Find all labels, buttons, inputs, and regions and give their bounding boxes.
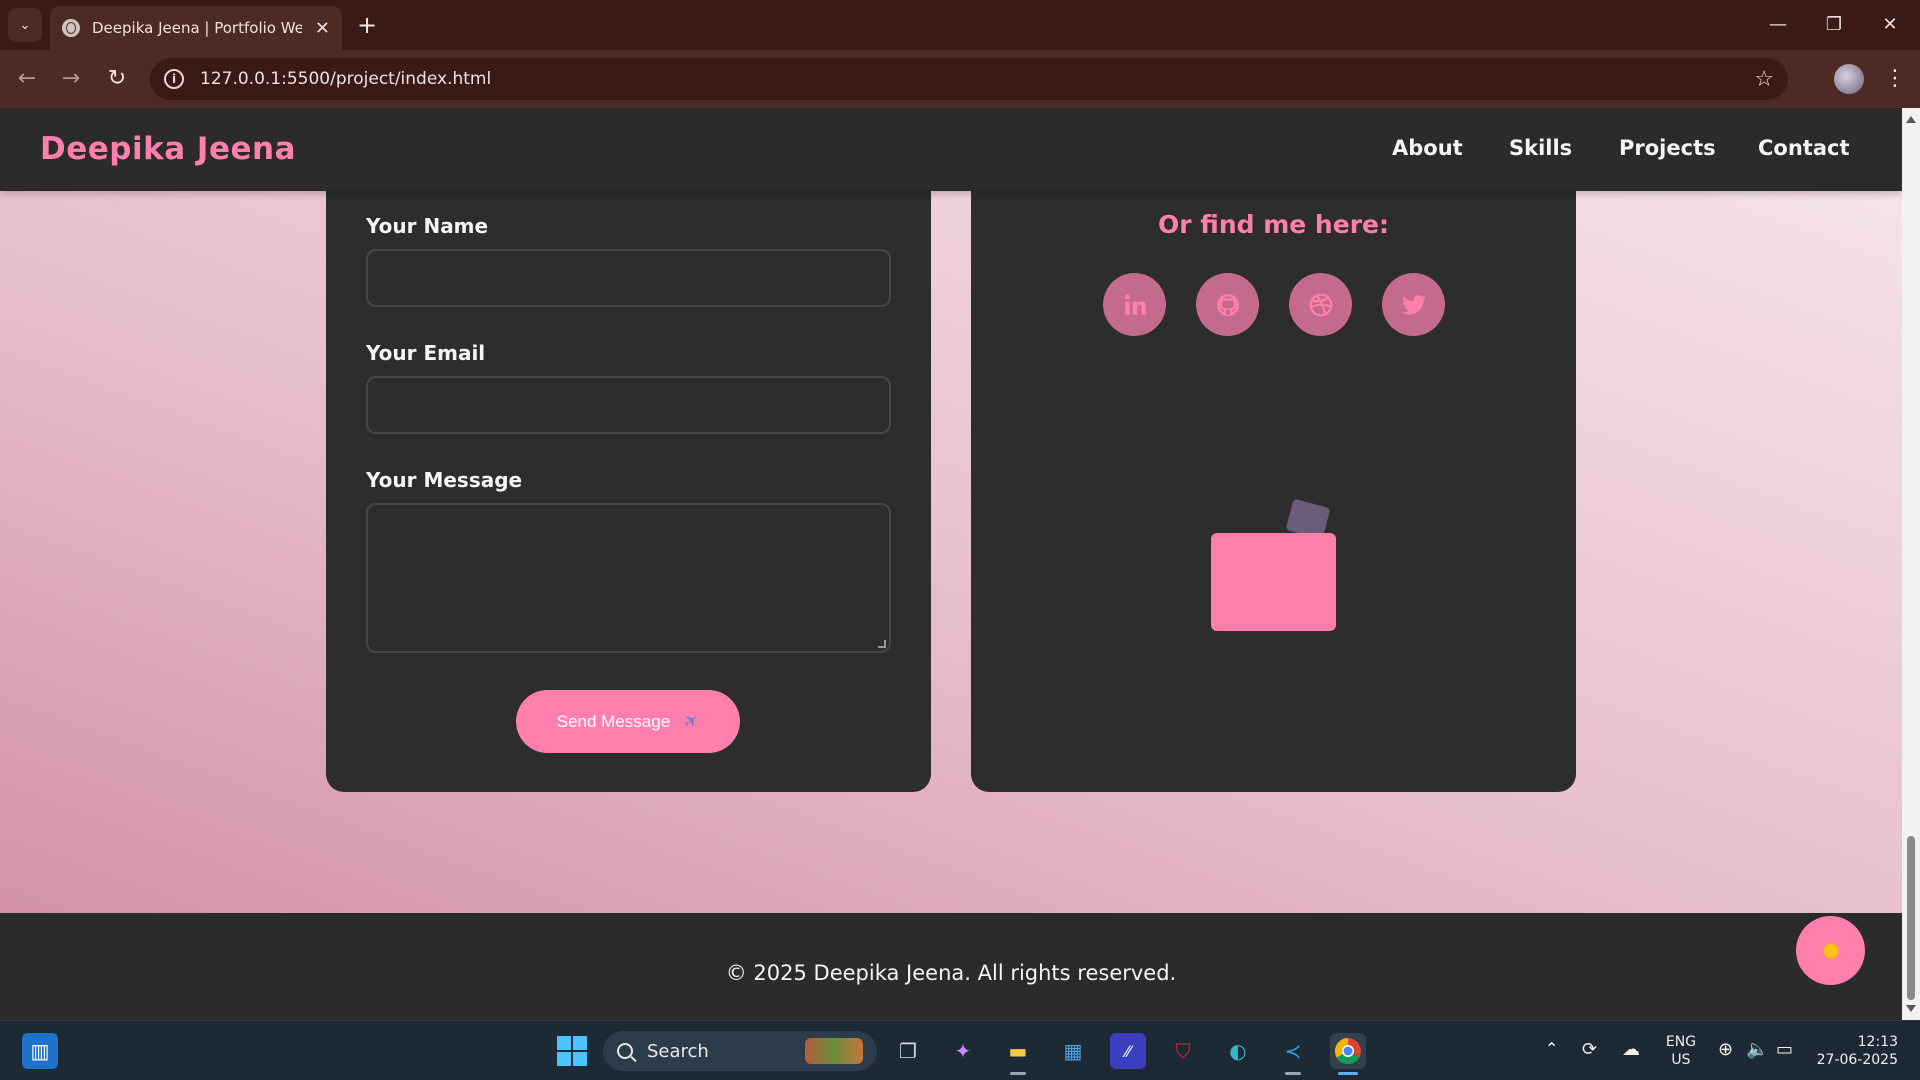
onedrive-icon[interactable]: ☁ xyxy=(1622,1039,1640,1060)
browser-toolbar: ← → ↻ i 127.0.0.1:5500/project/index.htm… xyxy=(0,50,1920,108)
name-label: Your Name xyxy=(366,214,489,238)
github-icon xyxy=(1216,293,1239,316)
message-label: Your Message xyxy=(366,468,523,492)
email-label: Your Email xyxy=(366,341,486,365)
network-globe-icon[interactable]: ⊕ xyxy=(1718,1039,1733,1060)
task-view-icon[interactable]: ❐ xyxy=(890,1033,926,1069)
tab-search-button[interactable]: ⌄ xyxy=(8,8,42,42)
site-header: Deepika Jeena About Skills Projects Cont… xyxy=(0,108,1902,191)
forward-button[interactable]: → xyxy=(56,64,86,94)
widgets-icon[interactable]: ▥ xyxy=(22,1033,58,1069)
ms-todo-icon[interactable]: ⁄⁄ xyxy=(1110,1033,1146,1069)
address-bar[interactable]: i 127.0.0.1:5500/project/index.html ☆ xyxy=(150,58,1788,100)
textarea-resize-handle[interactable] xyxy=(878,640,886,648)
dribbble-link[interactable] xyxy=(1289,273,1352,336)
active-tab[interactable]: Deepika Jeena | Portfolio Website ✕ xyxy=(50,6,342,50)
search-label: Search xyxy=(647,1040,709,1062)
send-message-label: Send Message xyxy=(556,711,671,731)
email-input[interactable] xyxy=(366,376,891,434)
page-scrollbar[interactable] xyxy=(1902,108,1920,1020)
social-card: Or find me here: xyxy=(971,108,1576,792)
mcafee-icon[interactable]: ⛉ xyxy=(1165,1033,1201,1069)
microsoft-store-icon[interactable]: ▦ xyxy=(1055,1033,1091,1069)
name-input[interactable] xyxy=(366,249,891,307)
linkedin-link[interactable] xyxy=(1103,273,1166,336)
vscode-icon[interactable]: ≺ xyxy=(1275,1033,1311,1075)
start-button[interactable] xyxy=(554,1033,590,1069)
bookmark-star-icon[interactable]: ☆ xyxy=(1754,67,1774,92)
language-indicator[interactable]: ENG US xyxy=(1660,1033,1702,1069)
chevron-down-icon: ⌄ xyxy=(19,17,31,33)
browser-menu-icon[interactable]: ⋮ xyxy=(1880,64,1910,94)
site-logo[interactable]: Deepika Jeena xyxy=(40,131,296,167)
restore-button[interactable]: ❐ xyxy=(1816,10,1852,40)
theme-toggle-button[interactable] xyxy=(1796,916,1865,985)
minimize-button[interactable]: — xyxy=(1760,10,1796,40)
chrome-logo-icon xyxy=(1334,1037,1361,1065)
linkedin-icon xyxy=(1124,293,1146,315)
chrome-icon[interactable] xyxy=(1330,1033,1366,1075)
copyright-text: © 2025 Deepika Jeena. All rights reserve… xyxy=(725,961,1177,985)
file-explorer-icon[interactable]: ▬ xyxy=(1000,1033,1036,1075)
search-highlight-image xyxy=(805,1038,863,1064)
keyboard-region: US xyxy=(1671,1052,1691,1068)
copilot-icon[interactable]: ✦ xyxy=(945,1033,981,1069)
site-info-icon[interactable]: i xyxy=(164,69,184,89)
scroll-up-arrow-icon[interactable] xyxy=(1906,116,1916,123)
folder-illustration xyxy=(1211,498,1336,641)
nav-link-about[interactable]: About xyxy=(1392,136,1463,160)
language-code: ENG xyxy=(1665,1034,1697,1050)
reload-button[interactable]: ↻ xyxy=(102,64,132,94)
edge-icon[interactable]: ◐ xyxy=(1220,1033,1256,1069)
paper-plane-icon: ✈ xyxy=(679,708,704,734)
github-link[interactable] xyxy=(1196,273,1259,336)
chevron-up-icon[interactable]: ⌃ xyxy=(1545,1039,1558,1058)
taskbar-search[interactable]: Search xyxy=(603,1031,877,1071)
battery-icon[interactable]: ▭ xyxy=(1776,1039,1793,1060)
new-tab-button[interactable]: + xyxy=(352,10,382,40)
nav-link-skills[interactable]: Skills xyxy=(1509,136,1572,160)
tab-title: Deepika Jeena | Portfolio Website xyxy=(92,19,302,37)
site-footer: © 2025 Deepika Jeena. All rights reserve… xyxy=(0,913,1902,1020)
send-message-button[interactable]: Send Message ✈ xyxy=(516,690,740,753)
browser-tab-bar: ⌄ Deepika Jeena | Portfolio Website ✕ + … xyxy=(0,0,1920,50)
sync-icon[interactable]: ⟳ xyxy=(1582,1039,1597,1060)
clock[interactable]: 12:13 27-06-2025 xyxy=(1812,1033,1898,1069)
scroll-down-arrow-icon[interactable] xyxy=(1906,1005,1916,1012)
nav-link-projects[interactable]: Projects xyxy=(1619,136,1716,160)
sun-icon xyxy=(1823,943,1838,958)
twitter-link[interactable] xyxy=(1382,273,1445,336)
page-viewport: Deepika Jeena About Skills Projects Cont… xyxy=(0,108,1902,1020)
twitter-icon xyxy=(1401,294,1426,314)
profile-avatar[interactable] xyxy=(1834,64,1864,94)
scroll-thumb[interactable] xyxy=(1907,836,1915,1000)
back-button[interactable]: ← xyxy=(12,64,42,94)
url-text: 127.0.0.1:5500/project/index.html xyxy=(200,69,492,89)
dribbble-icon xyxy=(1309,293,1332,316)
clock-date: 27-06-2025 xyxy=(1816,1052,1898,1068)
windows-logo-icon xyxy=(557,1036,587,1066)
search-icon xyxy=(617,1043,633,1059)
nav-link-contact[interactable]: Contact xyxy=(1758,136,1850,160)
social-title: Or find me here: xyxy=(1158,210,1389,239)
folder-front xyxy=(1211,533,1336,631)
clock-time: 12:13 xyxy=(1857,1034,1898,1050)
message-textarea[interactable] xyxy=(366,503,891,653)
volume-icon[interactable]: 🔈 xyxy=(1746,1039,1768,1060)
windows-taskbar: ▥ Search ❐ ✦ ▬ ▦ ⁄⁄ ⛉ ◐ ≺ ⌃ ⟳ ☁ ENG US ⊕… xyxy=(0,1020,1920,1080)
close-window-button[interactable]: ✕ xyxy=(1872,10,1908,40)
contact-form-card: Your Name Your Email Your Message Send M… xyxy=(326,108,931,792)
globe-icon xyxy=(62,19,80,37)
close-tab-icon[interactable]: ✕ xyxy=(315,18,330,39)
